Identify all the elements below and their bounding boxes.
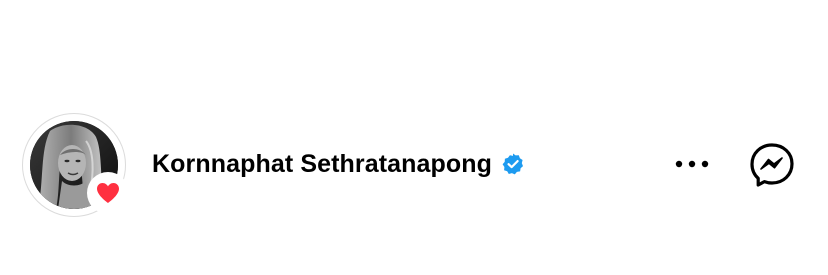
heart-icon bbox=[97, 183, 119, 203]
profile-name-row: Kornnaphat Sethratanapong bbox=[152, 146, 525, 182]
verified-badge-icon bbox=[502, 153, 524, 175]
heart-badge[interactable] bbox=[87, 172, 129, 214]
more-options-button[interactable] bbox=[670, 148, 714, 180]
messenger-icon bbox=[750, 143, 794, 187]
more-options-icon bbox=[675, 160, 709, 168]
messenger-button[interactable] bbox=[746, 139, 798, 191]
profile-page: Kornnaphat Sethratanapong bbox=[0, 0, 828, 275]
profile-name[interactable]: Kornnaphat Sethratanapong bbox=[152, 150, 492, 179]
profile-header: Kornnaphat Sethratanapong bbox=[0, 0, 828, 275]
